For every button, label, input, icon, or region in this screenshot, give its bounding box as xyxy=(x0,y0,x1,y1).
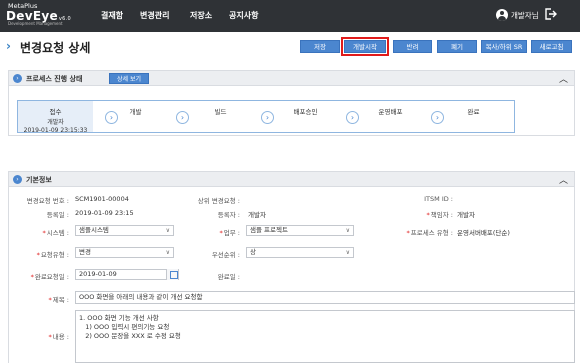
due-date-input[interactable]: 2019-01-09 xyxy=(75,269,179,280)
step-name: 운영배포 xyxy=(378,108,403,116)
content-label: *내용 : xyxy=(48,333,69,341)
title-chevron-icon: › xyxy=(6,39,11,53)
reg-date-value: 2019-01-09 23:15 xyxy=(75,209,134,217)
parent-request-label: 상위 변경요청 : xyxy=(197,197,240,205)
request-type-value: 변경 xyxy=(79,248,91,256)
task-label-text: 업무 : xyxy=(223,229,240,237)
app-logo[interactable]: MetaPlus DevEyev6.0 Development Manageme… xyxy=(6,3,71,26)
task-select-value: 샘플 프로젝트 xyxy=(250,226,288,234)
content-label-text: 내용 : xyxy=(52,333,69,341)
arrow-right-icon: › xyxy=(261,111,274,124)
step-name: 빌드 xyxy=(214,108,227,116)
due-date-value: 2019-01-09 xyxy=(79,270,117,278)
due-date-label-text: 완료요청일 : xyxy=(34,273,69,281)
process-status-panel-header[interactable]: › 프로세스 진행 상태 상세 보기 ︿ xyxy=(8,70,575,86)
due-date-label: *완료요청일 : xyxy=(30,273,69,281)
priority-value: 상 xyxy=(250,248,256,256)
content-line: 2) OOO 문장을 XXX 로 수정 요청 xyxy=(79,332,181,340)
user-name: 개발자님 xyxy=(511,10,539,20)
reject-button[interactable]: 반려 xyxy=(393,40,432,53)
reg-date-label: 등록일 : xyxy=(46,211,69,219)
owner-label: *책임자 : xyxy=(426,211,453,219)
basic-info-panel-header[interactable]: › 기본정보 ︿ xyxy=(8,171,575,187)
start-development-button[interactable]: 개발시작 xyxy=(341,37,389,56)
collapse-icon[interactable]: ︿ xyxy=(559,72,568,85)
registrant-label: 등록자 : xyxy=(217,211,240,219)
change-no-value: SCM1901-00004 xyxy=(75,195,129,203)
user-menu[interactable]: 개발자님 xyxy=(496,9,539,21)
chevron-down-icon: ∨ xyxy=(165,249,170,256)
logo-subtitle: Development Management xyxy=(8,20,63,26)
basic-info-title: 기본정보 xyxy=(26,176,52,184)
step-date: 2019-01-09 23:15:33 xyxy=(23,127,88,134)
arrow-right-icon: › xyxy=(431,111,444,124)
subject-value: OOO 화면을 아래의 내용과 같이 개선 요청함 xyxy=(79,293,203,301)
owner-value: 개발자 xyxy=(457,211,475,219)
request-type-label: *요청유형 : xyxy=(36,251,69,259)
step-name: 완료 xyxy=(467,108,480,116)
chevron-down-icon: ∨ xyxy=(345,227,350,234)
subject-label: *제목 : xyxy=(48,296,69,304)
nav-change-management[interactable]: 변경관리 xyxy=(140,10,169,21)
arrow-right-icon: › xyxy=(105,111,118,124)
chevron-right-icon: › xyxy=(13,74,22,83)
change-no-label: 변경요청 번호 : xyxy=(26,197,69,205)
nav-notices[interactable]: 공지사항 xyxy=(229,10,258,21)
done-date-label: 완료일 : xyxy=(217,273,240,281)
arrow-right-icon: › xyxy=(176,111,189,124)
system-label: *시스템 : xyxy=(42,229,69,237)
collapse-icon[interactable]: ︿ xyxy=(559,173,568,186)
content-textarea[interactable]: 1. OOO 화면 기능 개선 사항 1) OOO 입력시 편의기능 요청 2)… xyxy=(75,310,575,363)
calendar-icon[interactable] xyxy=(166,269,178,280)
content-line: 1) OOO 입력시 편의기능 요청 xyxy=(79,323,170,331)
content-line: 1. OOO 화면 기능 개선 사항 xyxy=(79,314,159,322)
system-select-value: 샘플시스템 xyxy=(79,226,109,234)
detail-view-button[interactable]: 상세 보기 xyxy=(109,73,149,84)
step-build[interactable]: 빌드 xyxy=(178,101,263,132)
page-title: 변경요청 상세 xyxy=(20,41,91,55)
user-icon xyxy=(496,9,508,21)
save-button[interactable]: 저장 xyxy=(300,40,340,53)
logout-icon[interactable] xyxy=(543,7,557,21)
process-status-title: 프로세스 진행 상태 xyxy=(26,75,83,83)
arrow-right-icon: › xyxy=(346,111,359,124)
task-select[interactable]: 샘플 프로젝트 ∨ xyxy=(246,225,354,236)
itsm-id-label: ITSM ID : xyxy=(424,195,453,203)
discard-button[interactable]: 폐기 xyxy=(437,40,477,53)
nav-approval-box[interactable]: 결재함 xyxy=(101,10,123,21)
system-select[interactable]: 샘플시스템 ∨ xyxy=(75,225,174,236)
refresh-button[interactable]: 새로고침 xyxy=(531,40,572,53)
task-label: *업무 : xyxy=(219,229,240,237)
owner-label-text: 책임자 : xyxy=(430,211,453,219)
priority-select[interactable]: 상 ∨ xyxy=(246,247,354,258)
step-deploy-approval[interactable]: 배포승인 xyxy=(263,101,348,132)
step-received[interactable]: 접수 개발자 2019-01-09 23:15:33 xyxy=(18,101,93,134)
request-type-label-text: 요청유형 : xyxy=(40,251,69,259)
process-steps: 접수 개발자 2019-01-09 23:15:33 개발 빌드 배포승인 운영… xyxy=(17,100,515,134)
copy-sub-sr-button[interactable]: 복사/하위 SR xyxy=(481,40,527,53)
step-complete[interactable]: 완료 xyxy=(433,101,514,132)
system-label-text: 시스템 : xyxy=(46,229,69,237)
step-user: 개발자 xyxy=(47,119,64,126)
top-navigation-bar: MetaPlus DevEyev6.0 Development Manageme… xyxy=(0,0,580,32)
process-type-label: *프로세스 유형 : xyxy=(406,229,453,237)
chevron-down-icon: ∨ xyxy=(345,249,350,256)
registrant-value: 개발자 xyxy=(248,211,266,219)
priority-label: 우선순위 : xyxy=(211,251,240,259)
process-type-label-text: 프로세스 유형 : xyxy=(410,229,453,237)
step-production-deploy[interactable]: 운영배포 xyxy=(348,101,433,132)
subject-input[interactable]: OOO 화면을 아래의 내용과 같이 개선 요청함 xyxy=(75,291,575,304)
request-type-select[interactable]: 변경 ∨ xyxy=(75,247,174,258)
chevron-down-icon: ∨ xyxy=(165,227,170,234)
subject-label-text: 제목 : xyxy=(52,296,69,304)
step-name: 접수 xyxy=(49,108,62,116)
chevron-right-icon: › xyxy=(13,175,22,184)
process-type-value: 운영서버배포(단순) xyxy=(457,229,510,237)
nav-repository[interactable]: 저장소 xyxy=(190,10,212,21)
step-name: 배포승인 xyxy=(293,108,318,116)
